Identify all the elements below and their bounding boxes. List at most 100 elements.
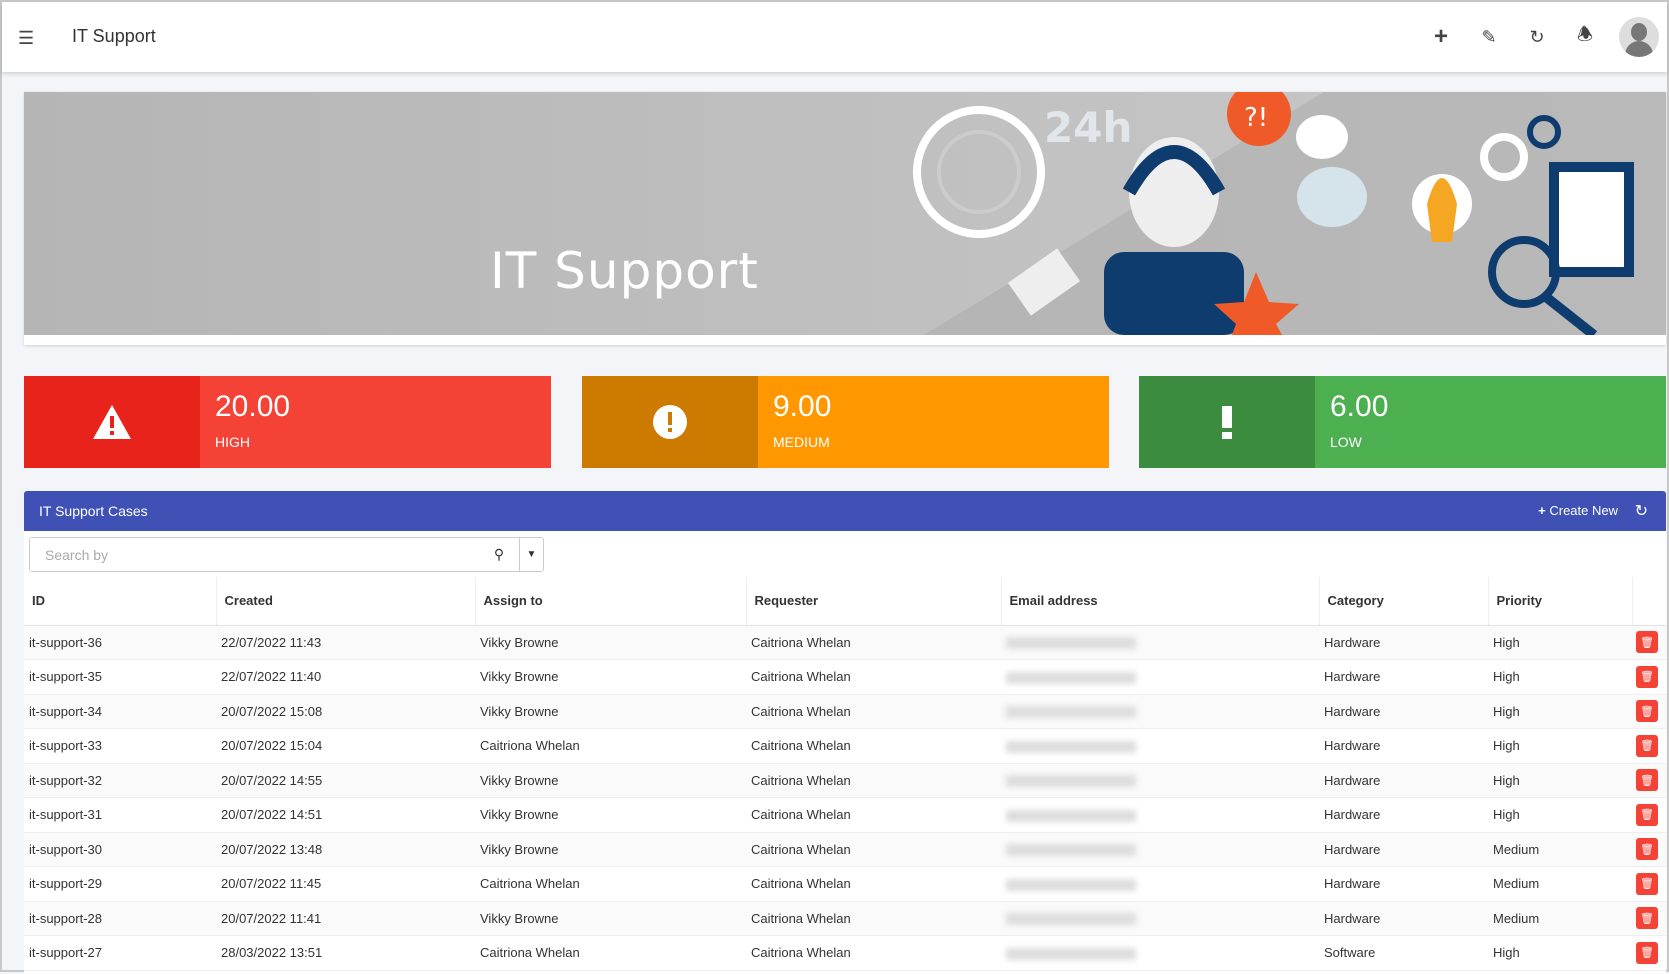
cell-created: 20/07/2022 14:51 [216,797,475,833]
banner-illustration: 24h ?! [24,92,1666,335]
cell-email [1001,763,1319,798]
cell-actions: 🗑 [1632,901,1666,936]
chevron-down-icon[interactable]: ▼ [519,538,543,571]
cell-priority: High [1488,935,1632,971]
bell-icon[interactable]: 🕭 [1561,22,1609,52]
cell-created: 20/07/2022 11:41 [216,901,475,936]
edit-icon[interactable]: ✎ [1465,27,1513,48]
column-header[interactable]: Requester [746,577,1002,626]
cell-requester: Caitriona Whelan [746,625,1001,660]
search-box: ⚲ ▼ [29,537,544,572]
avatar[interactable] [1619,17,1659,57]
table-row[interactable]: it-support-36 22/07/2022 11:43 Vikky Brown… [24,625,1666,660]
table-row[interactable]: it-support-27 28/03/2022 13:51 Caitriona W… [24,935,1666,971]
column-header[interactable]: Email address [1001,577,1320,626]
panel-title: IT Support Cases [39,503,148,519]
stat-card-high[interactable]: 20.00 HIGH [24,376,551,468]
cell-priority: High [1488,659,1632,695]
search-icon[interactable]: ⚲ [479,538,519,571]
cell-requester: Caitriona Whelan [746,797,1001,833]
menu-icon[interactable]: ☰ [18,28,34,49]
delete-trash-icon[interactable]: 🗑 [1636,734,1658,757]
column-header[interactable]: ID [24,577,217,626]
cell-email [1001,694,1319,729]
column-header[interactable]: Category [1319,577,1489,626]
delete-trash-icon[interactable]: 🗑 [1636,665,1658,688]
cell-category: Hardware [1319,763,1488,798]
banner-24h: 24h [1044,103,1132,152]
cell-requester: Caitriona Whelan [746,659,1001,695]
panel-header: IT Support Cases + Create New ↻ [24,491,1666,531]
banner-image: 24h ?! IT Support [24,92,1666,345]
column-header[interactable]: Priority [1488,577,1633,626]
search-input[interactable] [30,538,479,571]
cell-assign-to: Vikky Browne [475,659,746,695]
delete-trash-icon[interactable]: 🗑 [1636,907,1658,930]
cell-category: Hardware [1319,694,1488,729]
cell-assign-to: Vikky Browne [475,797,746,833]
cell-priority: High [1488,694,1632,729]
cell-category: Hardware [1319,901,1488,936]
stat-label: LOW [1330,434,1362,450]
delete-trash-icon[interactable]: 🗑 [1636,838,1658,861]
cell-actions: 🗑 [1632,659,1666,695]
stat-card-medium[interactable]: 9.00 MEDIUM [582,376,1109,468]
cell-actions: 🗑 [1632,797,1666,833]
cell-email [1001,625,1319,660]
delete-trash-icon[interactable]: 🗑 [1636,700,1658,723]
cell-assign-to: Vikky Browne [475,694,746,729]
table-row[interactable]: it-support-32 20/07/2022 14:55 Vikky Brown… [24,763,1666,798]
table-row[interactable]: it-support-35 22/07/2022 11:40 Vikky Brown… [24,659,1666,695]
blurred-email [1006,878,1136,891]
cell-requester: Caitriona Whelan [746,694,1001,729]
table-row[interactable]: it-support-29 20/07/2022 11:45 Caitriona W… [24,866,1666,902]
stat-card-low[interactable]: 6.00 LOW [1139,376,1666,468]
cases-panel: ⚲ ▼ IDCreatedAssign toRequesterEmail add… [24,531,1666,974]
table-row[interactable]: it-support-31 20/07/2022 14:51 Vikky Brown… [24,797,1666,833]
plus-icon[interactable]: + [1417,23,1465,51]
create-new-label: Create New [1549,503,1618,518]
cell-actions: 🗑 [1632,625,1666,660]
cell-category: Hardware [1319,659,1488,695]
blurred-email [1006,809,1136,822]
cell-priority: High [1488,763,1632,798]
cell-priority: Medium [1488,866,1632,902]
cell-actions: 🗑 [1632,694,1666,729]
cell-assign-to: Vikky Browne [475,625,746,660]
cell-requester: Caitriona Whelan [746,728,1001,764]
table-row[interactable]: it-support-34 20/07/2022 15:08 Vikky Brown… [24,694,1666,729]
table-row[interactable]: it-support-28 20/07/2022 11:41 Vikky Brown… [24,901,1666,936]
blurred-email [1006,775,1136,788]
create-new-button[interactable]: + Create New [1538,503,1618,518]
cell-priority: High [1488,728,1632,764]
blurred-email [1006,913,1136,926]
column-header[interactable]: Created [216,577,476,626]
delete-trash-icon[interactable]: 🗑 [1636,631,1658,654]
cell-created: 20/07/2022 11:45 [216,866,475,902]
cell-requester: Caitriona Whelan [746,832,1001,867]
delete-trash-icon[interactable]: 🗑 [1636,872,1658,895]
delete-trash-icon[interactable]: 🗑 [1636,769,1658,792]
table-row[interactable]: it-support-30 20/07/2022 13:48 Vikky Brown… [24,832,1666,867]
banner-title: IT Support [490,242,759,300]
cell-requester: Caitriona Whelan [746,866,1001,902]
cell-category: Hardware [1319,728,1488,764]
stat-value: 9.00 [773,390,832,423]
refresh-icon[interactable]: ↻ [1513,27,1561,48]
cell-requester: Caitriona Whelan [746,901,1001,936]
cell-actions: 🗑 [1632,866,1666,902]
table-row[interactable]: it-support-33 20/07/2022 15:04 Caitriona W… [24,728,1666,764]
cell-id: it-support-34 [24,694,216,729]
cell-priority: High [1488,797,1632,833]
column-header[interactable]: Assign to [475,577,747,626]
exclamation-circle-icon [582,376,758,468]
cell-actions: 🗑 [1632,763,1666,798]
refresh-icon[interactable]: ↻ [1635,501,1648,521]
cell-actions: 🗑 [1632,935,1666,971]
delete-trash-icon[interactable]: 🗑 [1636,803,1658,826]
stat-value: 6.00 [1330,390,1389,423]
delete-trash-icon[interactable]: 🗑 [1636,941,1658,964]
cell-priority: High [1488,625,1632,660]
cell-category: Hardware [1319,866,1488,902]
cell-id: it-support-35 [24,659,216,695]
